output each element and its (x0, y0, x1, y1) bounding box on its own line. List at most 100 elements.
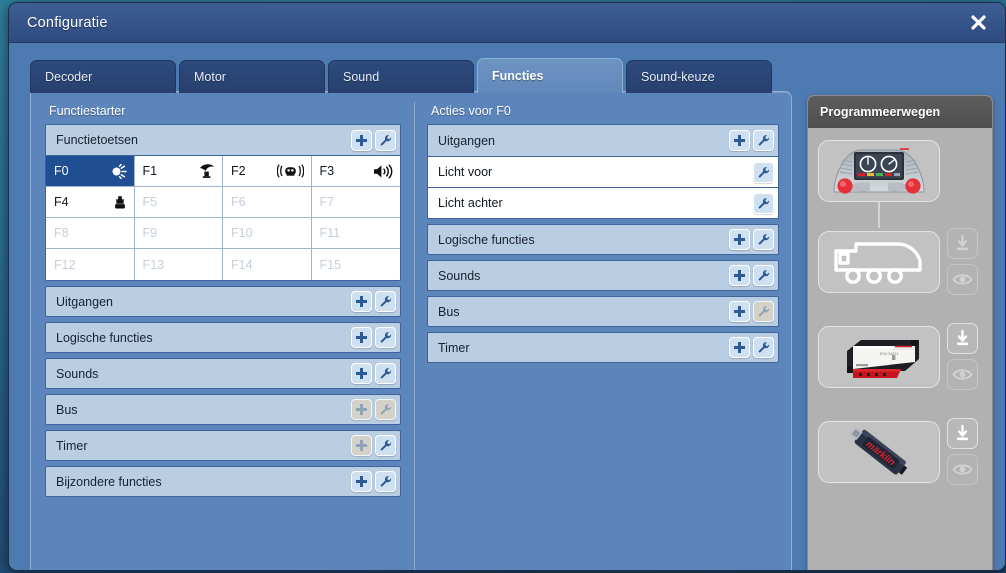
action-group-timer[interactable]: Timer (427, 332, 779, 363)
category-row-bijzondere-functies[interactable]: Bijzondere functies (45, 466, 401, 497)
category-label: Bijzondere functies (56, 474, 162, 489)
row-buttons (729, 337, 774, 358)
action-group-sounds[interactable]: Sounds (427, 260, 779, 291)
eye-icon (947, 454, 978, 485)
device-row-usb-stick: märklin (818, 418, 982, 485)
configure-action-logische-functies-button[interactable] (753, 229, 774, 250)
close-icon[interactable] (963, 8, 993, 38)
telex-icon (113, 195, 127, 210)
function-key-f1[interactable]: F1 (134, 156, 223, 187)
function-key-f4[interactable]: F4 (46, 187, 135, 218)
action-item-licht-achter[interactable]: Licht achter (428, 187, 778, 218)
action-group-label: Logische functies (438, 232, 535, 247)
functies-panel: Functiestarter Functietoetsen F0 F1 F2 F… (30, 91, 792, 570)
download-icon[interactable] (947, 418, 978, 449)
action-item-licht-voor[interactable]: Licht voor (428, 156, 778, 187)
configure-licht-voor-button[interactable] (753, 161, 774, 183)
category-row-uitgangen[interactable]: Uitgangen (45, 286, 401, 317)
function-key-f2[interactable]: F2 (223, 156, 312, 187)
device-connector-line (878, 202, 880, 228)
configure-action-sounds-button[interactable] (753, 265, 774, 286)
function-key-label: F6 (231, 195, 246, 209)
add-function-key-button[interactable] (351, 129, 372, 151)
configure-timer-button[interactable] (375, 435, 396, 456)
add-timer-button (351, 435, 372, 456)
function-key-f14: F14 (223, 249, 312, 280)
action-group-label: Bus (438, 304, 460, 319)
function-key-f0[interactable]: F0 (46, 156, 135, 187)
function-key-f3[interactable]: F3 (311, 156, 400, 187)
function-key-label: F9 (142, 226, 158, 240)
function-key-label: F3 (319, 164, 335, 178)
eye-icon (947, 359, 978, 390)
category-label: Bus (56, 402, 78, 417)
configure-action-bus-button (753, 301, 774, 322)
tab-label: Motor (194, 70, 226, 84)
configure-function-keys-button[interactable] (375, 129, 396, 151)
tab-sound-keuze[interactable]: Sound-keuze (626, 60, 772, 93)
category-row-logische-functies[interactable]: Logische functies (45, 322, 401, 353)
function-key-label: F5 (142, 195, 158, 209)
eye-icon (947, 264, 978, 295)
configure-logische-functies-button[interactable] (375, 327, 396, 348)
add-action-timer-button[interactable] (729, 337, 750, 358)
download-icon[interactable] (947, 323, 978, 354)
function-key-f12: F12 (46, 249, 135, 280)
row-buttons (729, 229, 774, 250)
add-action-logische-functies-button[interactable] (729, 229, 750, 250)
function-key-label: F13 (142, 257, 165, 272)
add-action-bus-button[interactable] (729, 301, 750, 322)
title-bar: Configuratie (9, 3, 1005, 43)
function-key-f5: F5 (134, 187, 223, 218)
window-body: Decoder Motor Sound Functies Sound-keuze… (9, 43, 1005, 570)
function-keys-block: Functietoetsen F0 F1 F2 F3 F4 F5 F6 F7 F… (45, 124, 401, 281)
category-row-timer[interactable]: Timer (45, 430, 401, 461)
row-buttons (351, 399, 396, 420)
function-key-label: F15 (319, 257, 342, 272)
download-icon (947, 228, 978, 259)
column-divider (414, 102, 415, 570)
tab-label: Decoder (45, 70, 93, 84)
add-action-uitgangen-button[interactable] (729, 130, 750, 151)
category-row-sounds[interactable]: Sounds (45, 358, 401, 389)
configure-bus-button (375, 399, 396, 420)
tab-bar: Decoder Motor Sound Functies Sound-keuze (30, 58, 775, 93)
function-key-label: F4 (54, 195, 69, 209)
add-logische-functies-button[interactable] (351, 327, 372, 348)
configure-licht-achter-button[interactable] (753, 192, 774, 214)
central-station-icon[interactable] (818, 140, 940, 202)
device-row-decoder-module: ESU 54671 (818, 323, 982, 390)
function-key-f8: F8 (46, 218, 135, 249)
category-label: Uitgangen (56, 294, 113, 309)
tab-motor[interactable]: Motor (179, 60, 325, 93)
locomotive-icon[interactable] (818, 230, 940, 293)
marklin-usb-icon[interactable]: märklin (818, 420, 940, 483)
add-uitgangen-button[interactable] (351, 291, 372, 312)
category-label: Sounds (56, 366, 99, 381)
function-key-label: F0 (54, 164, 69, 178)
add-bijzondere-functies-button[interactable] (351, 471, 372, 492)
action-group-bus[interactable]: Bus (427, 296, 779, 327)
configure-action-uitgangen-button[interactable] (753, 130, 774, 151)
device-row-locomotive (818, 228, 982, 295)
tab-decoder[interactable]: Decoder (30, 60, 176, 93)
tab-functies[interactable]: Functies (477, 58, 623, 93)
action-group-header-uitgangen[interactable]: Uitgangen (428, 125, 778, 156)
function-keys-header[interactable]: Functietoetsen (46, 125, 400, 156)
action-group-logische-functies[interactable]: Logische functies (427, 224, 779, 255)
row-buttons (351, 471, 396, 492)
decoder-module-icon[interactable]: ESU 54671 (818, 325, 940, 388)
tab-sound[interactable]: Sound (328, 60, 474, 93)
locomotive-buttons (947, 228, 978, 295)
configure-sounds-button[interactable] (375, 363, 396, 384)
function-key-f7: F7 (311, 187, 400, 218)
configure-uitgangen-button[interactable] (375, 291, 396, 312)
add-action-sounds-button[interactable] (729, 265, 750, 286)
configure-bijzondere-functies-button[interactable] (375, 471, 396, 492)
configure-action-timer-button[interactable] (753, 337, 774, 358)
add-sounds-button[interactable] (351, 363, 372, 384)
function-key-label: F8 (54, 226, 69, 240)
category-row-bus[interactable]: Bus (45, 394, 401, 425)
action-group-label: Uitgangen (438, 133, 495, 148)
row-buttons (351, 291, 396, 312)
